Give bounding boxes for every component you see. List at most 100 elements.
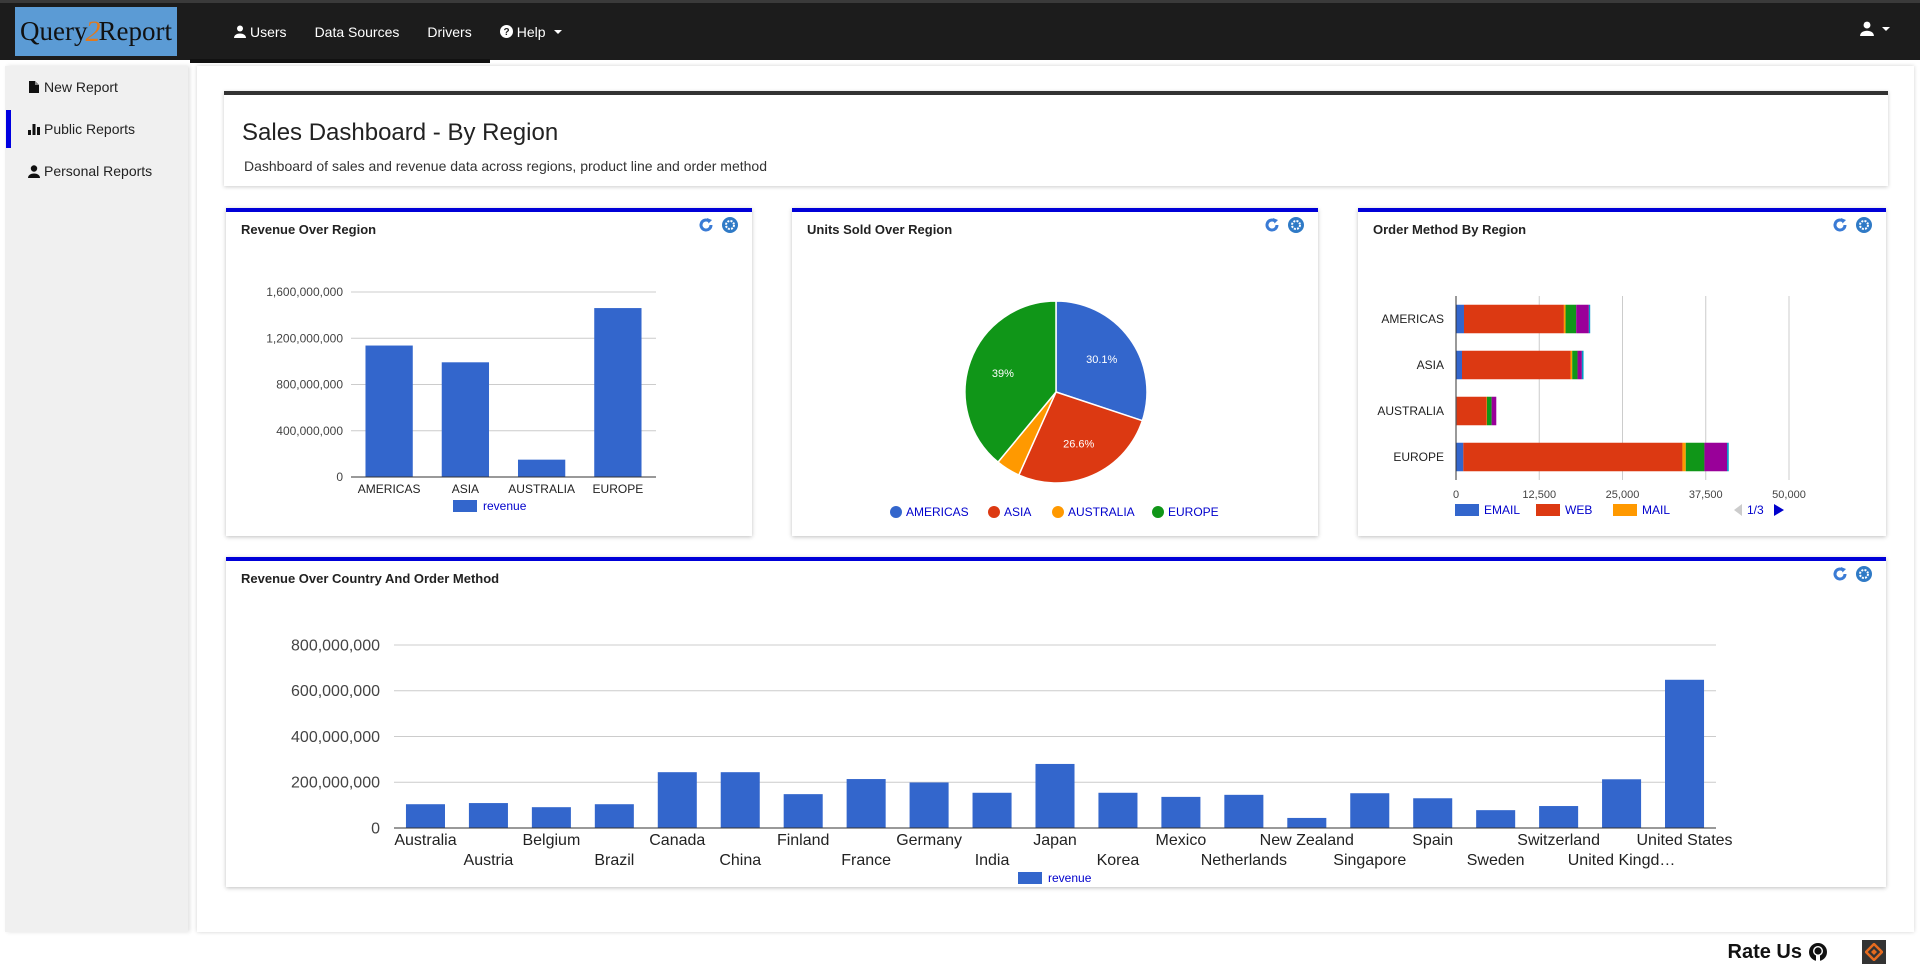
y-tick-label: AMERICAS: [1381, 312, 1444, 326]
footer: Rate Us: [1728, 940, 1886, 964]
bar-segment: [1572, 350, 1578, 380]
pie-slice-label: 30.1%: [1086, 354, 1117, 366]
rate-us-label: Rate Us: [1727, 940, 1802, 963]
panel-units-sold-over-region: Units Sold Over Region 30.1% 26.6% 39% AMER…: [792, 208, 1318, 536]
bar-segment: [1456, 442, 1464, 472]
x-tick-label: Spain: [1412, 832, 1453, 849]
bar: [783, 794, 823, 828]
order-method-chart: 0 12,500 25,000 37,500 50,000 AMERICAS ASIA AUS…: [1377, 296, 1806, 517]
x-tick-label: Brazil: [594, 852, 634, 869]
y-tick-label: EUROPE: [1393, 450, 1444, 464]
rate-us-link[interactable]: Rate Us: [1728, 941, 1828, 964]
question-circle-icon: ?: [499, 25, 513, 38]
legend-label: ASIA: [1004, 505, 1031, 519]
units-region-chart: 30.1% 26.6% 39% AMERICAS ASIA AUSTRALIA EUROPE: [890, 300, 1219, 519]
brand-text-left: Query: [20, 16, 88, 46]
legend-label: revenue: [1048, 871, 1092, 885]
x-tick-label: Canada: [649, 832, 705, 849]
legend-label: WEB: [1565, 503, 1592, 517]
bar: [594, 308, 642, 477]
x-tick-label: Finland: [777, 832, 829, 849]
user-icon: [234, 25, 246, 38]
panel-order-method-by-region: Order Method By Region 0 12,500 25,000 37,5…: [1358, 208, 1886, 536]
sidebar-item-label: Personal Reports: [44, 163, 153, 179]
nav-item-drivers[interactable]: Drivers: [413, 24, 485, 40]
legend-swatch: [1613, 504, 1637, 516]
nav-menu: Users Data Sources Drivers ? Help: [220, 3, 576, 60]
x-tick-label: EUROPE: [593, 482, 644, 496]
bar-segment: [1570, 350, 1573, 380]
legend-marker: [1052, 506, 1064, 518]
bar: [909, 782, 949, 828]
sidebar-item-personal-reports[interactable]: Personal Reports: [5, 150, 188, 192]
bar: [405, 804, 445, 828]
main-content: Sales Dashboard - By Region Dashboard of…: [197, 66, 1914, 932]
bar: [1287, 817, 1327, 828]
brand-logo[interactable]: Query 2 Report: [15, 7, 177, 56]
review-badge[interactable]: [1862, 940, 1886, 964]
x-tick-label: Belgium: [522, 832, 580, 849]
bar: [1035, 763, 1075, 828]
bar-segment: [1563, 304, 1566, 334]
bar: [517, 459, 566, 477]
x-tick-label: 25,000: [1606, 489, 1640, 501]
x-tick-label: ASIA: [452, 482, 479, 496]
x-tick-label: United Kingd…: [1568, 852, 1676, 869]
bar: [720, 772, 760, 828]
bar: [531, 807, 571, 828]
y-tick-label: 400,000,000: [276, 424, 343, 438]
y-tick-label: 600,000,000: [291, 683, 380, 700]
bar-segment: [1685, 442, 1705, 472]
legend-pager[interactable]: 1/3: [1734, 503, 1784, 517]
sidebar: New Report Public Reports Personal Repor…: [5, 66, 188, 932]
brand-text-right: Report: [98, 16, 172, 46]
y-tick-label: 800,000,000: [291, 637, 380, 654]
legend-label: EMAIL: [1484, 503, 1520, 517]
y-tick-label: ASIA: [1417, 358, 1444, 372]
pie-slice-label: 26.6%: [1063, 439, 1094, 451]
nav-item-data-sources[interactable]: Data Sources: [301, 24, 414, 40]
legend-marker: [988, 506, 1000, 518]
x-tick-label: Switzerland: [1517, 832, 1600, 849]
bar: [594, 804, 634, 828]
legend-marker: [1152, 506, 1164, 518]
y-tick-label: 0: [371, 820, 380, 837]
user-menu[interactable]: [1860, 21, 1890, 36]
revenue-country-chart: 0 200,000,000 400,000,000 600,000,000 800,00…: [291, 637, 1733, 885]
bar: [1665, 679, 1705, 828]
bar-segment: [1456, 396, 1487, 426]
sidebar-item-label: New Report: [44, 79, 118, 95]
legend-label: AUSTRALIA: [1068, 505, 1135, 519]
x-tick-label: 50,000: [1772, 489, 1806, 501]
legend-label: EUROPE: [1168, 505, 1219, 519]
bar: [1224, 794, 1264, 828]
x-tick-label: AMERICAS: [358, 482, 421, 496]
sidebar-item-new-report[interactable]: New Report: [5, 66, 188, 108]
bar-segment: [1682, 442, 1686, 472]
bar-chart-icon: [27, 122, 41, 136]
diamond-logo-icon: [1865, 943, 1883, 961]
legend-label: revenue: [483, 499, 527, 513]
x-tick-label: Austria: [464, 852, 514, 869]
x-tick-label: Singapore: [1333, 852, 1406, 869]
bar-segment: [1463, 304, 1564, 334]
pager-prev-icon: [1734, 504, 1742, 516]
nav-item-help[interactable]: ? Help: [486, 24, 576, 40]
x-tick-label: United States: [1636, 832, 1732, 849]
bar: [1413, 798, 1453, 828]
legend-swatch: [1018, 872, 1042, 884]
x-tick-label: Mexico: [1156, 832, 1207, 849]
bar: [1098, 792, 1138, 828]
bar: [1161, 796, 1201, 828]
nav-item-label: Drivers: [427, 23, 472, 40]
pager-next-icon: [1774, 504, 1784, 516]
user-icon: [27, 164, 41, 178]
sidebar-item-public-reports[interactable]: Public Reports: [5, 108, 188, 150]
bar-segment: [1581, 350, 1584, 380]
sidebar-item-label: Public Reports: [44, 121, 136, 137]
y-tick-label: 800,000,000: [276, 378, 343, 392]
bar-segment: [1463, 442, 1683, 472]
nav-item-users[interactable]: Users: [220, 24, 301, 40]
x-tick-label: 0: [1453, 489, 1459, 501]
bar-segment: [1486, 396, 1492, 426]
